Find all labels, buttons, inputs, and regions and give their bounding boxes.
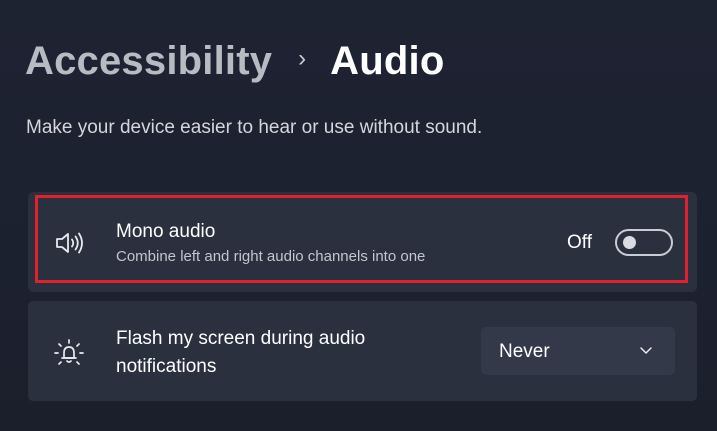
mono-audio-toggle[interactable] bbox=[615, 229, 673, 256]
breadcrumb-chevron-icon: › bbox=[298, 45, 307, 72]
flash-screen-title: Flash my screen during audio notificatio… bbox=[116, 328, 366, 377]
flash-notification-icon bbox=[52, 336, 86, 370]
flash-screen-dropdown-value: Never bbox=[499, 341, 550, 362]
mono-audio-subtitle: Combine left and right audio channels in… bbox=[116, 248, 426, 265]
mono-audio-title: Mono audio bbox=[116, 221, 216, 242]
toggle-knob bbox=[623, 236, 636, 249]
speaker-icon bbox=[52, 226, 86, 260]
breadcrumb: Accessibility › Audio bbox=[25, 36, 444, 86]
chevron-down-icon bbox=[640, 347, 652, 354]
breadcrumb-accessibility-link[interactable]: Accessibility bbox=[25, 39, 272, 84]
mono-audio-state-label: Off bbox=[567, 232, 592, 253]
settings-page: Accessibility › Audio Make your device e… bbox=[0, 0, 717, 431]
page-title: Audio bbox=[330, 38, 445, 83]
flash-screen-dropdown[interactable]: Never bbox=[481, 327, 675, 375]
page-description: Make your device easier to hear or use w… bbox=[26, 117, 483, 138]
